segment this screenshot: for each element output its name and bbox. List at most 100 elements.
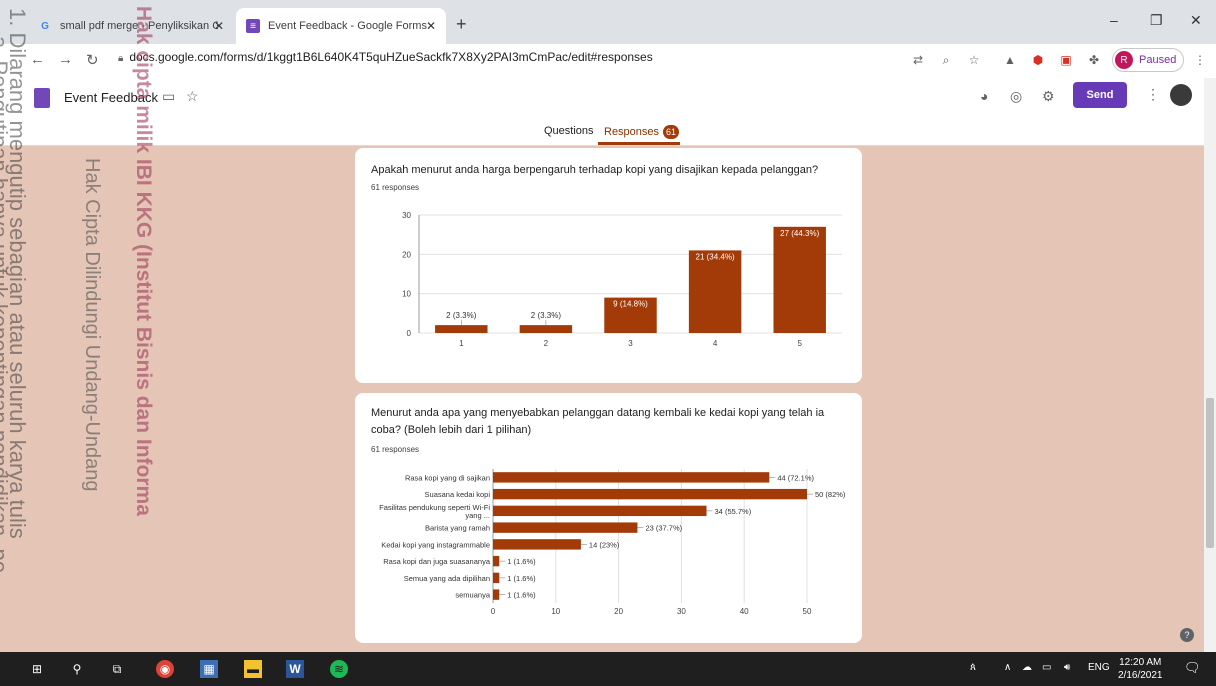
y-tick-label: 30 <box>402 211 411 220</box>
tray-arrow-icon[interactable]: ∧ <box>1004 662 1011 673</box>
browser-tab-label: Event Feedback - Google Forms <box>268 20 427 32</box>
user-avatar[interactable] <box>1170 84 1192 106</box>
volume-icon[interactable]: 🔊︎ <box>1064 662 1070 673</box>
responses-count-badge: 61 <box>663 125 680 139</box>
data-label: 34 (55.7%) <box>715 507 752 516</box>
category-label: Barista yang ramah <box>425 524 490 533</box>
data-label: 44 (72.1%) <box>777 473 814 482</box>
bookmark-star-icon[interactable]: ☆ <box>966 52 982 68</box>
tab-questions[interactable]: Questions <box>544 125 594 137</box>
data-label: 21 (34.4%) <box>696 252 735 261</box>
x-tick-label: 0 <box>491 607 496 616</box>
windows-start-icon[interactable]: ⊞ <box>28 660 46 678</box>
shield-extension-icon[interactable]: ⬢ <box>1030 52 1046 68</box>
form-title[interactable]: Event Feedback <box>64 90 158 105</box>
response-count: 61 responses <box>371 445 420 454</box>
question-title: Menurut anda apa yang menyebabkan pelang… <box>371 407 825 436</box>
spotify-icon[interactable]: ≋ <box>330 660 348 678</box>
address-bar[interactable]: 🔒︎ docs.google.com/forms/d/1kggt1B6L640K4… <box>118 50 653 64</box>
pdf-extension-icon[interactable]: ▣ <box>1058 52 1074 68</box>
scrollbar-thumb[interactable] <box>1206 398 1214 548</box>
bar <box>493 555 500 567</box>
category-label: Rasa kopi dan juga suasananya <box>383 557 491 566</box>
new-tab-button[interactable]: + <box>456 14 467 35</box>
chrome-icon[interactable]: ◉ <box>156 660 174 678</box>
browser-tab-forms[interactable]: ≡ Event Feedback - Google Forms ✕ <box>236 8 446 44</box>
clock-time: 12:20 AM <box>1119 657 1162 668</box>
page-scrollbar[interactable] <box>1204 78 1216 652</box>
forward-arrow-icon[interactable]: → <box>58 51 73 68</box>
settings-gear-icon[interactable]: ⚙ <box>1042 88 1055 105</box>
search-icon[interactable]: ⚲ <box>68 660 86 678</box>
category-label: Suasana kedai kopi <box>425 490 491 499</box>
word-icon[interactable]: W <box>286 660 304 678</box>
url-text: docs.google.com/forms/d/1kggt1B6L640K4T5… <box>129 50 653 64</box>
question-card-2: Menurut anda apa yang menyebabkan pelang… <box>355 393 862 643</box>
x-tick-label: 10 <box>551 607 560 616</box>
x-tick-label: 30 <box>677 607 686 616</box>
browser-tab-pdf[interactable]: G small pdf merge - Penyliksikan G ✕ <box>28 8 234 44</box>
close-tab-icon[interactable]: ✕ <box>214 19 224 33</box>
browser-tab-label: small pdf merge - Penyliksikan G <box>60 20 218 32</box>
preview-eye-icon[interactable]: ◎ <box>1010 88 1022 105</box>
puzzle-extensions-icon[interactable]: ✤ <box>1086 52 1102 68</box>
category-label: Kedai kopi yang instagrammable <box>381 540 490 549</box>
category-label: yang ... <box>465 511 490 520</box>
data-label: 9 (14.8%) <box>613 300 648 309</box>
active-tab-indicator <box>598 142 680 145</box>
clock[interactable]: 12:20 AM 2/16/2021 <box>1118 656 1163 682</box>
browser-toolbar: ← → ↻ 🔒︎ docs.google.com/forms/d/1kggt1B6… <box>0 44 1216 78</box>
close-tab-icon[interactable]: ✕ <box>426 19 436 33</box>
lock-icon: 🔒︎ <box>118 53 124 64</box>
data-label: 1 (1.6%) <box>507 557 536 566</box>
bar <box>493 505 707 517</box>
bar <box>435 325 488 333</box>
browser-tab-strip: G small pdf merge - Penyliksikan G ✕ ≡ E… <box>0 0 1216 48</box>
bar-chart-price-influence: 0 10 20 30 1 2 (3.3%) 2 2 (3.3%) 3 9 (14.8%) 4 21 (… <box>402 211 842 348</box>
language-indicator[interactable]: ENG <box>1088 662 1110 673</box>
category-label: semuanya <box>455 591 490 600</box>
notifications-icon[interactable]: 🗨︎ <box>1184 660 1201 676</box>
google-icon: G <box>41 20 49 32</box>
folder-icon[interactable]: ▭ <box>162 88 175 105</box>
x-tick-label: 2 <box>544 339 549 348</box>
reload-icon[interactable]: ↻ <box>86 51 99 69</box>
y-tick-label: 20 <box>402 250 411 259</box>
tab-responses[interactable]: Responses 61 <box>604 125 680 139</box>
people-icon[interactable]: ጰ <box>970 662 976 673</box>
star-icon[interactable]: ☆ <box>186 88 199 105</box>
bar-chart-return-reasons: 0 10 20 30 40 50 Rasa kopi yang di sajikan 44 (… <box>379 469 846 616</box>
category-label: Rasa kopi yang di sajikan <box>405 473 490 482</box>
cloud-icon[interactable]: ☁ <box>1022 662 1032 673</box>
x-tick-label: 20 <box>614 607 623 616</box>
minimize-button[interactable]: – <box>1110 12 1118 28</box>
back-arrow-icon[interactable]: ← <box>30 51 45 68</box>
zoom-icon[interactable]: ⌕ <box>938 52 954 68</box>
y-tick-label: 0 <box>407 329 412 338</box>
chrome-menu-icon[interactable]: ⋮ <box>1192 52 1208 68</box>
battery-icon[interactable]: ▭ <box>1042 662 1051 673</box>
close-window-button[interactable]: ✕ <box>1190 12 1202 29</box>
data-label: 2 (3.3%) <box>531 311 562 320</box>
bar <box>493 539 581 550</box>
data-label: 2 (3.3%) <box>446 311 477 320</box>
data-label: 50 (82%) <box>815 490 846 499</box>
bar <box>773 226 826 333</box>
watermark-line-3: Hak Cipta Dilindungi Undang-Undang <box>81 158 103 492</box>
more-options-icon[interactable]: ⋮ <box>1146 86 1160 103</box>
windows-taskbar: ⊞ ⚲ ⧉ ◉ ▦ ▬ W ≋ ጰ ∧ ☁ ▭ 🔊︎ ENG 12:20 AM … <box>0 652 1216 686</box>
translate-icon[interactable]: ⇄ <box>910 52 926 68</box>
forms-logo-icon[interactable] <box>34 88 50 108</box>
extension-icon[interactable]: ▲ <box>1002 52 1018 68</box>
profile-button[interactable]: R Paused <box>1112 48 1184 72</box>
file-explorer-icon[interactable]: ▬ <box>244 660 262 678</box>
store-icon[interactable]: ▦ <box>200 660 218 678</box>
restore-button[interactable]: ❐ <box>1150 12 1163 29</box>
help-icon[interactable]: ? <box>1180 628 1194 642</box>
palette-icon[interactable]: ◕ <box>980 88 988 104</box>
forms-header: Event Feedback ▭ ☆ ◕ ◎ ⚙ Send ⋮ Question… <box>0 78 1204 146</box>
bar <box>493 572 500 584</box>
send-button[interactable]: Send <box>1073 82 1127 108</box>
tab-responses-label: Responses <box>604 126 660 138</box>
task-view-icon[interactable]: ⧉ <box>108 660 126 678</box>
